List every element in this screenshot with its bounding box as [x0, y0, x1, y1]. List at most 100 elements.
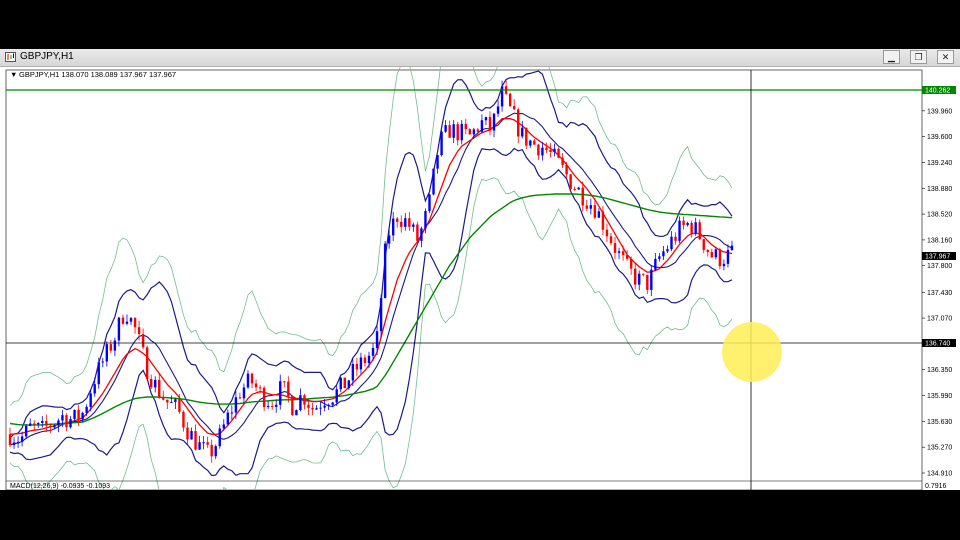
- candle-body: [315, 408, 318, 410]
- candle-body: [121, 317, 125, 324]
- candle-body: [53, 425, 56, 428]
- candle-body: [617, 251, 621, 253]
- window-titlebar[interactable]: GBPJPY,H1 ▁ ❐ ✕: [0, 49, 960, 67]
- price-tick-label: 138.880: [927, 186, 952, 193]
- candle-body: [230, 412, 234, 414]
- candle-body: [517, 109, 520, 137]
- price-tick-label: 139.600: [927, 134, 952, 141]
- restore-button[interactable]: ❐: [910, 50, 927, 64]
- candle-body: [327, 404, 330, 406]
- price-tick-label: 135.270: [927, 445, 952, 452]
- candle-body: [190, 431, 193, 440]
- candle-body: [549, 150, 552, 152]
- candle-body: [351, 363, 355, 381]
- price-tick-label: 138.160: [927, 237, 952, 244]
- candle-body: [605, 229, 609, 237]
- hline-lower-label: 136.740: [925, 341, 950, 348]
- candle-body: [581, 187, 584, 206]
- candle-body: [654, 258, 657, 270]
- candle-body: [492, 113, 496, 131]
- candle-body: [642, 273, 645, 275]
- candle-body: [658, 256, 661, 259]
- candle-body: [222, 424, 225, 429]
- candle-body: [339, 377, 342, 390]
- candle-body: [529, 140, 532, 146]
- candle-body: [714, 249, 718, 258]
- candle-body: [295, 410, 298, 416]
- candle-body: [508, 93, 512, 107]
- candle-body: [525, 127, 528, 146]
- candle-body: [141, 334, 145, 348]
- candle-body: [565, 164, 568, 175]
- close-button[interactable]: ✕: [937, 50, 954, 64]
- candle-body: [162, 397, 165, 400]
- candle-body: [250, 373, 254, 384]
- candle-body: [440, 131, 443, 156]
- candle-body: [553, 148, 556, 152]
- candle-body: [678, 220, 681, 241]
- price-tick-label: 139.240: [927, 160, 952, 167]
- candle-body: [464, 123, 467, 130]
- candle-body: [412, 224, 415, 227]
- price-axis: 139.960 139.600 139.240 138.880 138.520 138.1…: [922, 108, 952, 478]
- candle-body: [367, 355, 371, 364]
- candle-body: [101, 361, 104, 363]
- candle-body: [387, 235, 391, 244]
- candle-body: [726, 250, 730, 264]
- candle-body: [601, 211, 605, 230]
- candle-body: [41, 420, 44, 423]
- candle-body: [174, 399, 177, 403]
- candle-body: [573, 188, 576, 190]
- candle-body: [331, 402, 334, 405]
- candle-body: [533, 140, 536, 145]
- candle-body: [154, 379, 157, 388]
- chart-header: GBPJPY,H1 138.070 138.089 137.967 137.96…: [19, 70, 176, 79]
- price-chart[interactable]: ▼ GBPJPY,H1 138.070 138.089 137.967 137.…: [0, 67, 960, 490]
- candle-body: [577, 187, 580, 190]
- candle-body: [460, 123, 463, 141]
- candle-body: [545, 147, 548, 151]
- candle-body: [28, 423, 32, 426]
- candle-body: [303, 395, 306, 405]
- candle-body: [432, 168, 435, 195]
- candle-body: [343, 377, 346, 389]
- candle-body: [299, 395, 302, 411]
- price-tick-label: 137.800: [927, 263, 952, 270]
- candle-body: [400, 221, 403, 227]
- candle-body: [283, 381, 286, 383]
- candle-body: [226, 412, 230, 425]
- candle-body: [77, 409, 80, 420]
- candle-body: [311, 407, 314, 410]
- candle-body: [206, 442, 209, 445]
- minimize-button[interactable]: ▁: [883, 50, 900, 64]
- candle-body: [383, 243, 387, 298]
- candle-body: [266, 406, 270, 408]
- candle-body: [428, 194, 431, 211]
- candle-body: [730, 245, 734, 251]
- candle-body: [589, 205, 593, 209]
- candle-body: [125, 321, 129, 324]
- candle-body: [593, 205, 597, 218]
- candle-body: [456, 124, 459, 141]
- price-tick-label: 136.350: [927, 367, 952, 374]
- candle-body: [682, 220, 685, 226]
- candle-body: [279, 381, 282, 405]
- candle-body: [379, 297, 383, 332]
- candle-body: [706, 249, 709, 253]
- candle-body: [557, 148, 560, 158]
- candle-body: [234, 397, 238, 413]
- candle-body: [45, 420, 48, 426]
- candle-body: [210, 444, 213, 457]
- candle-body: [319, 407, 322, 409]
- candle-body: [488, 117, 492, 131]
- candle-body: [416, 224, 419, 241]
- candle-body: [670, 236, 673, 250]
- candle-body: [609, 236, 613, 244]
- candle-body: [496, 106, 500, 114]
- candle-body: [541, 147, 544, 156]
- candle-body: [218, 428, 221, 447]
- candle-body: [718, 249, 722, 267]
- candle-body: [335, 389, 338, 403]
- candle-body: [646, 274, 649, 290]
- macd-label: MACD(12,26,9) -0.0935 -0.1093: [10, 483, 110, 490]
